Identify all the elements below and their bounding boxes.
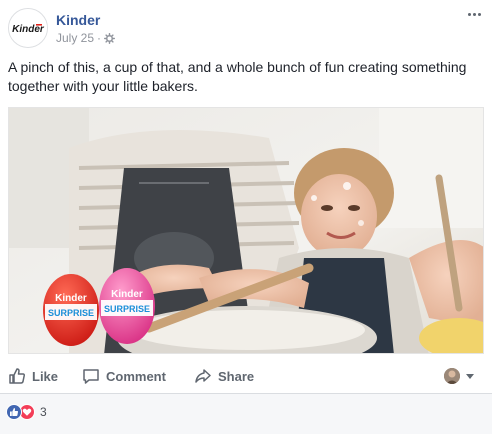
thumbs-up-icon — [9, 368, 25, 384]
action-bar: Like Comment Share — [0, 360, 492, 392]
egg-product-2: SURPRISE — [104, 304, 150, 314]
share-arrow-icon — [195, 369, 211, 383]
feed-post: Kinder Kinder July 25 · A pinch of this,… — [0, 0, 492, 434]
reaction-summary[interactable]: 3 — [6, 404, 47, 420]
share-button[interactable]: Share — [194, 364, 254, 388]
comment-icon — [83, 369, 99, 384]
comment-label: Comment — [106, 368, 166, 384]
post-message: A pinch of this, a cup of that, and a wh… — [8, 59, 467, 94]
egg-brand-2: Kinder — [111, 289, 143, 300]
like-reaction-icon — [6, 404, 22, 420]
egg-product-1: SURPRISE — [48, 308, 94, 318]
reaction-count: 3 — [40, 405, 47, 419]
egg-brand-1: Kinder — [55, 293, 87, 304]
chevron-down-icon — [466, 373, 474, 379]
post-meta: July 25 · — [56, 31, 116, 45]
more-options-icon[interactable] — [464, 6, 484, 22]
share-label: Share — [218, 368, 255, 384]
like-button[interactable]: Like — [8, 364, 58, 388]
post-image[interactable]: Kinder Kinder SURPRISE SURPRISE — [8, 107, 484, 354]
viewer-avatar — [444, 368, 460, 384]
page-name-link[interactable]: Kinder — [56, 12, 100, 28]
reactions-footer: 3 — [0, 394, 492, 434]
like-label: Like — [32, 368, 59, 384]
comment-button[interactable]: Comment — [82, 364, 166, 388]
post-as-selector[interactable] — [444, 364, 474, 388]
kinder-logo: Kinder — [9, 9, 47, 47]
page-avatar[interactable]: Kinder — [8, 8, 48, 48]
baking-photo: Kinder Kinder SURPRISE SURPRISE — [9, 108, 483, 353]
meta-separator: · — [97, 31, 102, 45]
logo-text: Kinder — [12, 24, 45, 35]
globe-gear-icon[interactable] — [104, 32, 116, 44]
post-date[interactable]: July 25 — [56, 31, 94, 45]
